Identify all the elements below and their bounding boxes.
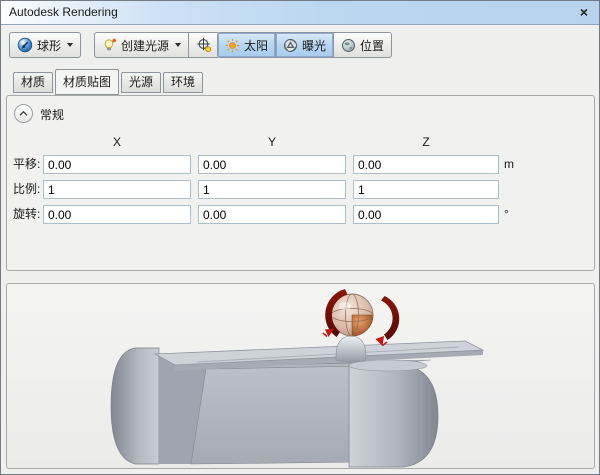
tabstrip: 材质 材质贴图 光源 环境 (1, 67, 599, 95)
create-light-button[interactable]: 创建光源 (95, 33, 188, 57)
chevron-down-icon (67, 43, 74, 47)
sphere-icon (17, 37, 33, 53)
desk-model (110, 340, 485, 468)
tab-material[interactable]: 材质 (13, 72, 54, 93)
scale-x-input[interactable] (43, 180, 191, 199)
mapping-type-label: 球形 (37, 38, 62, 53)
window-title: Autodesk Rendering (9, 5, 118, 19)
translate-y-input[interactable] (198, 155, 346, 174)
toggle-exposure[interactable]: 曝光 (275, 33, 334, 57)
toggle-location-label: 位置 (360, 38, 385, 53)
autodesk-rendering-palette: Autodesk Rendering × 球形 创建光源 太阳 曝光 位置 材质… (0, 0, 600, 475)
rotate-z-input[interactable] (353, 205, 499, 224)
crosshair-target-icon (197, 37, 212, 53)
translate-x-input[interactable] (43, 155, 191, 174)
chevron-down-icon (175, 43, 182, 47)
chevron-up-icon (19, 110, 28, 116)
section-title: 常规 (40, 108, 65, 122)
tab-environment[interactable]: 环境 (163, 72, 204, 93)
unit-label-degrees: ° (504, 207, 509, 221)
toolbar: 球形 创建光源 太阳 曝光 位置 (1, 24, 599, 66)
close-icon[interactable]: × (576, 3, 592, 21)
toggle-exposure-label: 曝光 (302, 38, 327, 53)
desk-3d-preview (110, 289, 485, 468)
row-label-rotate: 旋转: (13, 207, 41, 221)
column-header-y: Y (267, 135, 276, 149)
rotate-y-input[interactable] (198, 205, 346, 224)
translate-z-input[interactable] (353, 155, 499, 174)
light-button-group: 创建光源 (94, 32, 221, 58)
tab-light[interactable]: 光源 (121, 72, 162, 93)
tab-material-mapping[interactable]: 材质贴图 (55, 69, 120, 95)
mapping-preview-viewport[interactable] (6, 283, 595, 469)
toggle-sun-label: 太阳 (244, 38, 269, 53)
globe-icon (342, 38, 355, 52)
aperture-icon (284, 38, 297, 52)
sun-sky-toggle-group: 太阳 曝光 位置 (217, 32, 393, 58)
row-label-scale: 比例: (13, 182, 41, 196)
unit-label-meters: m (504, 157, 514, 171)
collapse-section-button[interactable] (14, 104, 33, 123)
scale-z-input[interactable] (353, 180, 499, 199)
titlebar: Autodesk Rendering × (1, 1, 599, 25)
point-light-target-button[interactable] (188, 33, 219, 57)
toggle-sun[interactable]: 太阳 (218, 33, 276, 57)
mapping-type-button[interactable]: 球形 (9, 32, 82, 58)
create-light-label: 创建光源 (121, 38, 170, 53)
lightbulb-icon (104, 38, 117, 50)
scale-y-input[interactable] (198, 180, 346, 199)
toggle-location[interactable]: 位置 (333, 33, 391, 57)
column-header-x: X (112, 135, 121, 149)
row-label-translate: 平移: (13, 157, 41, 171)
rotate-x-input[interactable] (43, 205, 191, 224)
column-header-z: Z (422, 135, 430, 149)
sun-icon (225, 38, 240, 52)
general-section-panel: 常规 X Y Z 平移: m 比例: 旋转: ° (6, 95, 595, 271)
